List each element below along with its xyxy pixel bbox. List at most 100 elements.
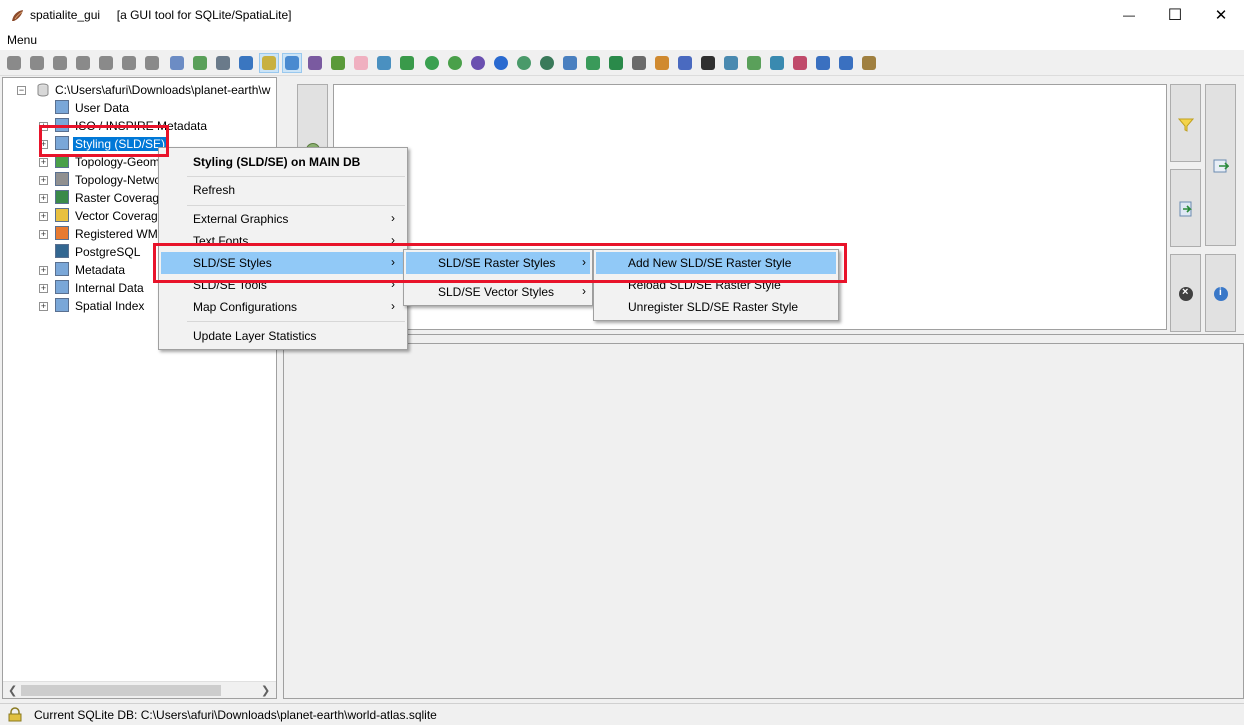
execute-query-button[interactable] [1205,84,1236,246]
toolbar-virtual-shp-button[interactable] [259,53,279,73]
toolbar-exit-button[interactable] [859,53,879,73]
toolbar-execute-sql-button[interactable] [213,53,233,73]
toolbar-wfs-button[interactable] [721,53,741,73]
toolbar-copy-button[interactable] [675,53,695,73]
toolbar-open-memory-db-button[interactable] [73,53,93,73]
expand-icon[interactable]: + [39,176,48,185]
menu-item-sld-se-tools[interactable]: SLD/SE Tools › [161,274,405,296]
toolbar-dbf-dump-button[interactable] [560,53,580,73]
tree-item-user-data[interactable]: User Data [3,99,273,117]
toolbar-load-xl-button[interactable] [351,53,371,73]
expand-icon[interactable]: + [39,212,48,221]
query-results-grid[interactable] [283,343,1244,699]
menu-item-raster-styles[interactable]: SLD/SE Raster Styles › [406,252,590,274]
toolbar-kml-dump-button[interactable] [606,53,626,73]
query-filter-button[interactable] [1170,84,1201,162]
toolbar-vacuum-button[interactable] [142,53,162,73]
toolbar-connect-button[interactable] [4,53,24,73]
tree-item-label[interactable]: Spatial Index [75,299,144,313]
toolbar-create-db-button[interactable] [50,53,70,73]
toolbar-disconnect-button[interactable] [27,53,47,73]
wfs-icon [724,56,738,70]
toolbar-load-txt-button[interactable] [374,53,394,73]
toolbar-virtual-xl-button[interactable] [305,53,325,73]
minimize-icon: — [1123,8,1135,22]
menu-item-add-new-raster-style[interactable]: Add New SLD/SE Raster Style [596,252,836,274]
toolbar-load-dbf-button[interactable] [328,53,348,73]
info-button[interactable]: i [1205,254,1236,332]
toolbar-srid-button[interactable] [468,53,488,73]
toolbar-text-button[interactable] [698,53,718,73]
menu-item-map-configurations[interactable]: Map Configurations › [161,296,405,318]
toolbar-pallet-button[interactable] [767,53,787,73]
expand-icon[interactable]: + [39,122,48,131]
tree-item-label[interactable]: Vector Coverages [75,209,170,223]
tree-item-label[interactable]: Registered WMS [75,227,166,241]
toolbar-recover-button[interactable] [491,53,511,73]
menu-item-reload-raster-style[interactable]: Reload SLD/SE Raster Style [596,274,836,296]
toolbar-load-osm-button[interactable] [445,53,465,73]
expand-icon[interactable]: + [39,194,48,203]
table-icon [55,280,69,294]
maximize-button[interactable]: ☐ [1152,0,1198,30]
tree-item-label[interactable]: Topology-Network [75,173,171,187]
close-button[interactable]: ✕ [1198,0,1244,30]
tree-item-label[interactable]: Metadata [75,263,125,277]
menu-item-update-layer-statistics[interactable]: Update Layer Statistics [161,325,405,347]
menu-item-refresh[interactable]: Refresh [161,179,405,201]
tree-item-label[interactable]: PostgreSQL [75,245,140,259]
menu-item-vector-styles[interactable]: SLD/SE Vector Styles › [406,281,590,303]
menu-item-external-graphics[interactable]: External Graphics › [161,208,405,230]
minimize-button[interactable]: — [1106,0,1152,30]
menu-main[interactable]: Menu [7,33,37,47]
scroll-right-icon[interactable]: ❯ [261,684,270,697]
scrollbar-thumb[interactable] [21,685,221,696]
toolbar-sanitize-button[interactable] [537,53,557,73]
toolbar-close-memory-db-button[interactable] [96,53,116,73]
expand-icon[interactable]: + [39,140,48,149]
menu-header: Styling (SLD/SE) on MAIN DB [193,155,361,169]
toolbar-load-network-button[interactable] [422,53,442,73]
toolbar-shp-dump-button[interactable] [583,53,603,73]
expand-icon[interactable]: + [39,266,48,275]
toolbar-about-button[interactable] [836,53,856,73]
expand-icon[interactable]: + [39,230,48,239]
collapse-icon[interactable]: − [17,86,26,95]
load-txt-icon [377,56,391,70]
tree-item-label[interactable]: Internal Data [75,281,144,295]
load-sql-button[interactable] [1170,169,1201,247]
toolbar-check-geometry-button[interactable] [514,53,534,73]
toolbar-help-button[interactable] [813,53,833,73]
toolbar-load-csv-button[interactable] [397,53,417,73]
menu-item-text-fonts[interactable]: Text Fonts › [161,230,405,252]
toolbar-save-memory-db-button[interactable] [119,53,139,73]
toolbar-attach-button[interactable] [790,53,810,73]
toolbar-load-shp-button[interactable] [236,53,256,73]
expand-icon[interactable]: + [39,158,48,167]
scroll-left-icon[interactable]: ❮ [8,684,17,697]
toolbar-virtual-csv-button[interactable] [282,53,302,73]
expand-icon[interactable]: + [39,284,48,293]
menu-item-sld-se-styles[interactable]: SLD/SE Styles › [161,252,405,274]
toolbar-load-sql-button[interactable] [190,53,210,73]
toolbar-web-services-button[interactable] [744,53,764,73]
tree-item-iso-inspire-metadata[interactable]: + ISO / INSPIRE Metadata [3,117,273,135]
toolbar [0,50,1244,76]
tree-item-label[interactable]: Styling (SLD/SE) [73,137,168,151]
toolbar-shp-connect-button[interactable] [167,53,187,73]
submenu-arrow-icon: › [582,284,586,298]
expand-icon[interactable]: + [39,302,48,311]
table-icon [55,100,69,114]
window-title: spatialite_gui [a GUI tool for SQLite/Sp… [30,8,292,22]
tree-horizontal-scrollbar[interactable]: ❮ ❯ [3,681,276,698]
tree-item-label[interactable]: ISO / INSPIRE Metadata [75,119,207,133]
tree-item-label[interactable]: User Data [75,101,129,115]
tree-root[interactable]: − C:\Users\afuri\Downloads\planet-earth\… [3,81,273,99]
load-dbf-icon [331,56,345,70]
clear-query-button[interactable]: × [1170,254,1201,332]
menu-item-unregister-raster-style[interactable]: Unregister SLD/SE Raster Style [596,296,836,318]
toolbar-grid-config-button[interactable] [652,53,672,73]
status-text: Current SQLite DB: C:\Users\afuri\Downlo… [34,708,437,722]
toolbar-map-view-button[interactable] [629,53,649,73]
tree-root-label[interactable]: C:\Users\afuri\Downloads\planet-earth\w [55,83,270,97]
